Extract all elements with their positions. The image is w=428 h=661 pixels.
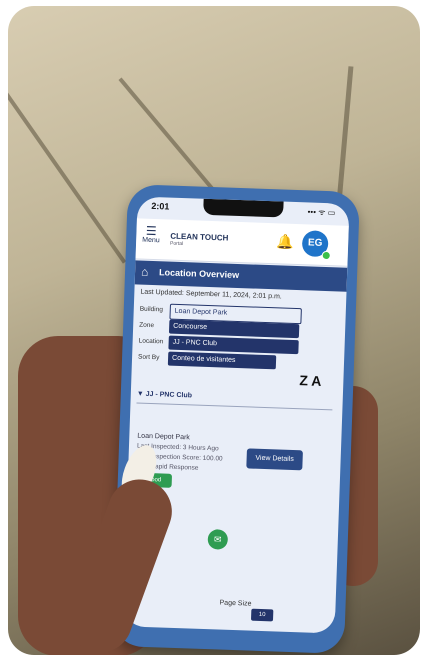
brand-logo: CLEAN TOUCH Portal	[170, 232, 229, 249]
view-details-button[interactable]: View Details	[246, 448, 303, 471]
status-time: 2:01	[151, 200, 170, 212]
app-header: ☰ Menu CLEAN TOUCH Portal 🔔 EG	[135, 218, 349, 267]
page-size-select[interactable]: 10	[250, 608, 274, 622]
notch	[203, 198, 284, 218]
sort-icon[interactable]: Z A	[299, 372, 322, 389]
glass-edge	[8, 48, 127, 264]
divider	[136, 402, 333, 411]
page-size-label: Page Size	[219, 599, 252, 608]
filter-label: Location	[138, 337, 164, 346]
last-updated-text: Last Updated: September 11, 2024, 2:01 p…	[140, 288, 282, 301]
bell-icon[interactable]: 🔔	[276, 233, 294, 251]
menu-button[interactable]: ☰ Menu	[142, 223, 160, 245]
status-icons: ••• ᯤ ▭	[307, 207, 336, 218]
filter-label: Building	[139, 305, 164, 314]
filter-label: Sort By	[137, 353, 160, 362]
photo-frame: 2:01 ••• ᯤ ▭ ☰ Menu CLEAN TOUCH Portal 🔔…	[8, 6, 420, 655]
group-header[interactable]: ▼ JJ - PNC Club	[137, 391, 192, 400]
filter-label: Zone	[139, 321, 155, 330]
smartphone: 2:01 ••• ᯤ ▭ ☰ Menu CLEAN TOUCH Portal 🔔…	[112, 184, 360, 654]
chat-icon[interactable]: ✉	[207, 529, 229, 550]
card-title: Loan Depot Park	[137, 432, 190, 442]
online-status-dot	[321, 250, 331, 261]
phone-screen: 2:01 ••• ᯤ ▭ ☰ Menu CLEAN TOUCH Portal 🔔…	[122, 196, 350, 634]
menu-label: Menu	[142, 236, 160, 245]
hamburger-icon: ☰	[145, 223, 157, 239]
sort-select[interactable]: Conteo de visitantes	[167, 351, 277, 370]
home-icon[interactable]: ⌂	[141, 265, 149, 279]
page-title: Location Overview	[158, 267, 240, 281]
